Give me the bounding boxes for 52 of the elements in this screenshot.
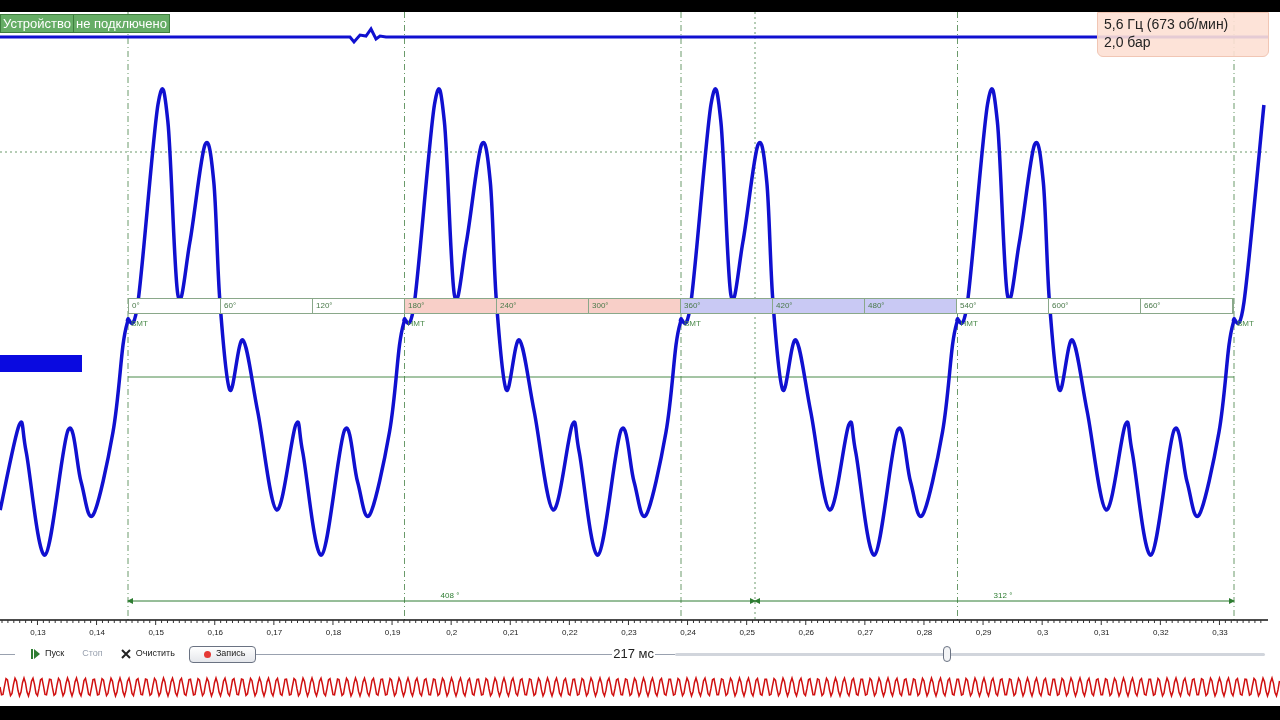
clear-button[interactable]: Очистить xyxy=(116,645,179,663)
timebase-reading: 217 мс xyxy=(612,645,655,664)
axis-tick-label: 0,18 xyxy=(325,628,342,637)
degree-label: 360° xyxy=(684,301,701,311)
axis-tick-label: 0,15 xyxy=(148,628,164,637)
degree-label: 480° xyxy=(868,301,885,311)
degree-label: 660° xyxy=(1144,301,1161,311)
degree-label: 180° xyxy=(408,301,425,311)
reading-text: 2,0 бар xyxy=(1104,33,1152,51)
close-icon xyxy=(120,649,131,659)
axis-tick-label: 0,13 xyxy=(30,628,46,637)
angle-measurement: 312 ° xyxy=(993,591,1013,600)
axis-tick-label: 0,29 xyxy=(975,628,992,637)
axis-tick-label: 0,32 xyxy=(1153,628,1169,637)
degree-label: 300° xyxy=(592,301,609,311)
reading-text: 5,6 Гц (673 об/мин) xyxy=(1104,15,1230,33)
axis-tick-label: 0,27 xyxy=(857,628,874,637)
degree-label: 600° xyxy=(1052,301,1069,311)
play-button[interactable]: Пуск xyxy=(27,645,69,663)
dead-center-label: ВМТ xyxy=(1237,319,1254,328)
degree-label: 540° xyxy=(960,301,977,311)
status-text: не подключено xyxy=(73,15,169,32)
record-button[interactable]: Запись xyxy=(188,645,256,663)
axis-tick-label: 0,24 xyxy=(680,628,696,637)
axis-tick-label: 0,3 xyxy=(1037,628,1049,637)
axis-tick-label: 0,21 xyxy=(503,628,519,637)
axis-tick-label: 0,33 xyxy=(1212,628,1228,637)
slider-thumb[interactable] xyxy=(942,646,951,662)
axis-tick-label: 0,25 xyxy=(739,628,755,637)
degree-label: 120° xyxy=(316,301,333,311)
axis-tick-label: 0,23 xyxy=(621,628,637,637)
play-icon xyxy=(31,649,40,659)
dead-center-label: НМТ xyxy=(407,319,425,328)
axis-tick-label: 0,2 xyxy=(446,628,458,637)
axis-tick-label: 0,17 xyxy=(266,628,283,637)
timebase-slider[interactable] xyxy=(675,646,1265,662)
degree-label: 240° xyxy=(500,301,517,311)
status-text: Устройство xyxy=(2,15,72,32)
degree-label: 0° xyxy=(132,301,140,311)
axis-tick-label: 0,26 xyxy=(798,628,815,637)
axis-tick-label: 0,22 xyxy=(562,628,578,637)
axis-tick-label: 0,31 xyxy=(1094,628,1110,637)
axis-tick-label: 0,19 xyxy=(384,628,401,637)
axis-tick-label: 0,28 xyxy=(916,628,933,637)
axis-tick-label: 0,14 xyxy=(89,628,105,637)
dead-center-label: НМТ xyxy=(960,319,978,328)
dead-center-label: ВМТ xyxy=(684,319,701,328)
angle-measurement: 408 ° xyxy=(440,591,460,600)
dead-center-label: ВМТ xyxy=(131,319,148,328)
degree-label: 420° xyxy=(776,301,793,311)
axis-tick-label: 0,16 xyxy=(207,628,224,637)
degree-label: 60° xyxy=(224,301,237,311)
